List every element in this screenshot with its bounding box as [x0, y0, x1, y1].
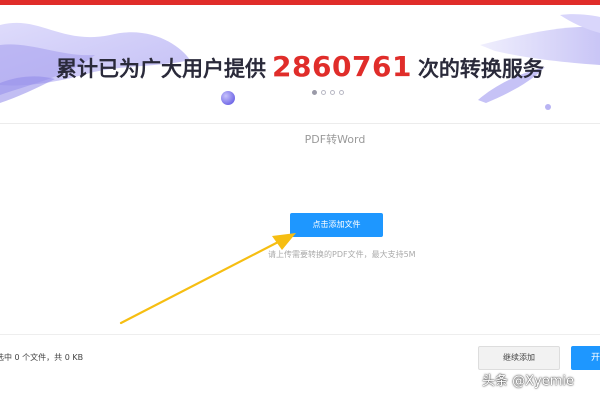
stats-banner: 累计已为广大用户提供 2860761 次的转换服务	[0, 5, 600, 123]
banner-text-after: 次的转换服务	[417, 57, 544, 81]
carousel-dot-3[interactable]	[330, 90, 335, 95]
start-convert-button[interactable]: 开	[571, 346, 600, 370]
carousel-dot-1[interactable]	[312, 90, 317, 95]
banner-headline: 累计已为广大用户提供 2860761 次的转换服务	[0, 49, 600, 87]
section-divider	[0, 123, 600, 124]
banner-text-before: 累计已为广大用户提供	[56, 57, 267, 81]
carousel-dots	[312, 90, 344, 95]
carousel-dot-2[interactable]	[321, 90, 326, 95]
watermark: 头条 @Xyemie	[482, 374, 575, 389]
upload-hint: 请上传需要转换的PDF文件，最大支持5M	[268, 250, 416, 259]
file-count-summary: 选中 0 个文件，共 0 KB	[0, 353, 84, 362]
footer-divider	[0, 334, 600, 335]
carousel-dot-4[interactable]	[339, 90, 344, 95]
add-file-button[interactable]: 点击添加文件	[290, 213, 383, 237]
conversion-mode-title: PDF转Word	[304, 133, 366, 146]
continue-adding-button[interactable]: 继续添加	[478, 346, 560, 370]
conversion-count: 2860761	[272, 50, 412, 83]
